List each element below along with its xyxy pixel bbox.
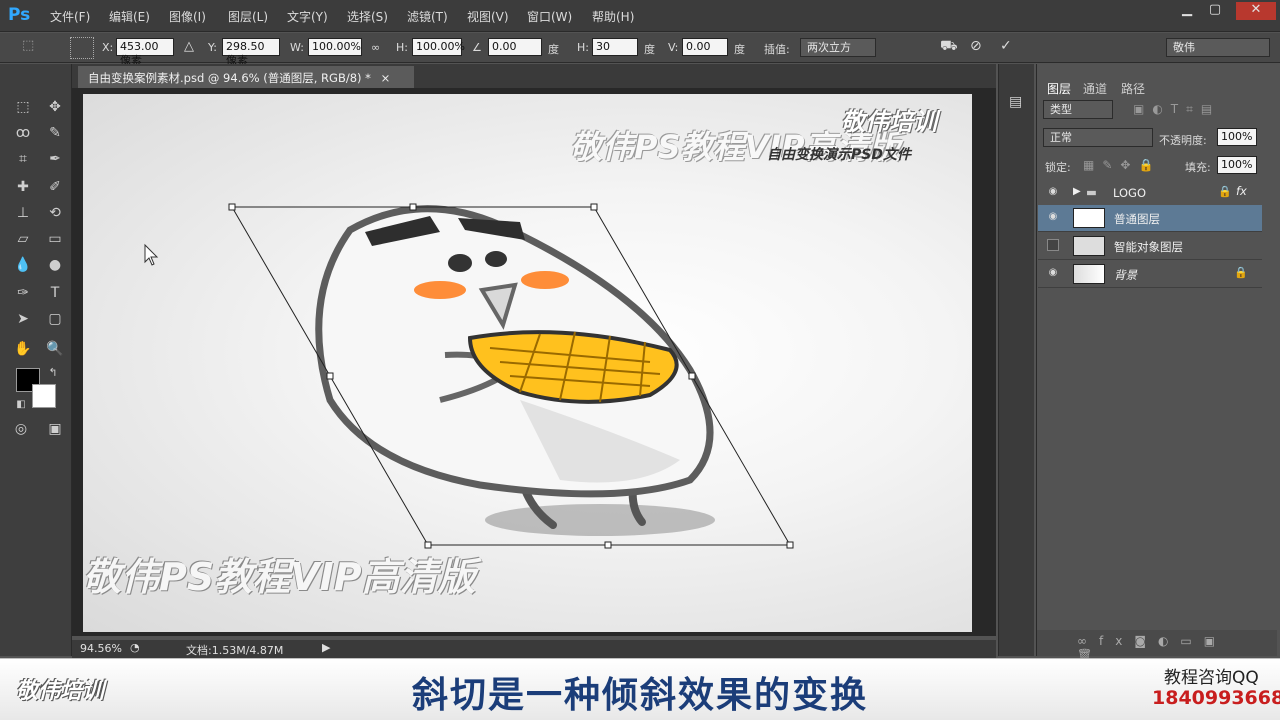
tab-layers[interactable]: 图层 bbox=[1047, 80, 1071, 97]
transform-handle-ml bbox=[326, 372, 334, 380]
layer-thumbnail bbox=[1073, 236, 1105, 256]
lock-icons[interactable]: ▦✎✥🔒 bbox=[1083, 158, 1161, 172]
layers-panel: 图层 通道 路径 类型 ▣◐T⌗▤ 正常 不透明度: 100% 锁定: ▦✎✥🔒… bbox=[1036, 64, 1280, 662]
layer-row-logo[interactable]: ◉ ▶ ▬ LOGO 🔒 fx bbox=[1038, 180, 1262, 207]
blend-mode-select[interactable]: 正常 bbox=[1043, 128, 1153, 147]
opacity-field[interactable]: 100% bbox=[1217, 128, 1257, 146]
fx-icon: fx bbox=[1236, 184, 1247, 198]
transform-handle-tl bbox=[228, 203, 236, 211]
layer-thumbnail bbox=[1073, 208, 1105, 228]
layers-footer-icons[interactable]: ∞fx◙◐▭▣🗑 bbox=[1037, 630, 1277, 662]
status-bar: 94.56% ◔ 文档:1.53M/4.87M ▶ bbox=[72, 640, 996, 658]
fill-field[interactable]: 100% bbox=[1217, 156, 1257, 174]
zoom-level[interactable]: 94.56% bbox=[80, 642, 122, 655]
layer-name: 普通图层 bbox=[1114, 212, 1160, 226]
layer-kind-filter[interactable]: 类型 bbox=[1043, 100, 1113, 119]
visibility-eye-icon[interactable]: ◉ bbox=[1046, 211, 1060, 225]
layer-name: LOGO bbox=[1113, 186, 1147, 200]
status-menu-arrow-icon[interactable]: ▶ bbox=[322, 641, 330, 654]
lock-icon: 🔒 bbox=[1218, 185, 1232, 198]
transform-handle-br bbox=[786, 541, 794, 549]
layer-row-background[interactable]: ◉ 背景 🔒 bbox=[1038, 261, 1262, 288]
tab-channels[interactable]: 通道 bbox=[1083, 80, 1107, 97]
lock-icon: 🔒 bbox=[1234, 266, 1248, 279]
transform-handle-mr bbox=[688, 372, 696, 380]
status-icon[interactable]: ◔ bbox=[130, 641, 140, 654]
layer-name: 背景 bbox=[1114, 268, 1137, 282]
filter-icons[interactable]: ▣◐T⌗▤ bbox=[1133, 102, 1220, 117]
subtitle-text: 斜切是一种倾斜效果的变换 bbox=[411, 675, 868, 716]
transform-handle-bl bbox=[424, 541, 432, 549]
layer-row-normal-selected[interactable]: ◉ 普通图层 bbox=[1038, 205, 1262, 232]
tab-paths[interactable]: 路径 bbox=[1121, 80, 1145, 97]
transform-handle-bm bbox=[604, 541, 612, 549]
panel-dock-collapsed: ▤ bbox=[998, 64, 1034, 656]
layer-thumbnail bbox=[1073, 264, 1105, 284]
document-info: 文档:1.53M/4.87M bbox=[186, 644, 284, 657]
layer-row-smart-object[interactable]: 智能对象图层 bbox=[1038, 233, 1262, 260]
visibility-eye-icon[interactable]: ◉ bbox=[1046, 267, 1060, 281]
folder-icon: ▬ bbox=[1086, 185, 1097, 199]
egg-character-illustration bbox=[315, 205, 715, 536]
fill-label: 填充: bbox=[1185, 161, 1211, 174]
lock-label: 锁定: bbox=[1045, 161, 1071, 174]
visibility-eye-icon[interactable]: ◉ bbox=[1046, 186, 1060, 200]
group-expand-icon[interactable]: ▶ bbox=[1073, 186, 1081, 197]
mouse-cursor-icon bbox=[144, 243, 159, 266]
visibility-off-box[interactable] bbox=[1047, 239, 1059, 251]
history-panel-icon[interactable]: ▤ bbox=[1009, 94, 1022, 110]
layer-name: 智能对象图层 bbox=[1114, 240, 1183, 254]
transform-handle-tr bbox=[590, 203, 598, 211]
opacity-label: 不透明度: bbox=[1159, 134, 1207, 147]
transform-handle-tm bbox=[409, 203, 417, 211]
